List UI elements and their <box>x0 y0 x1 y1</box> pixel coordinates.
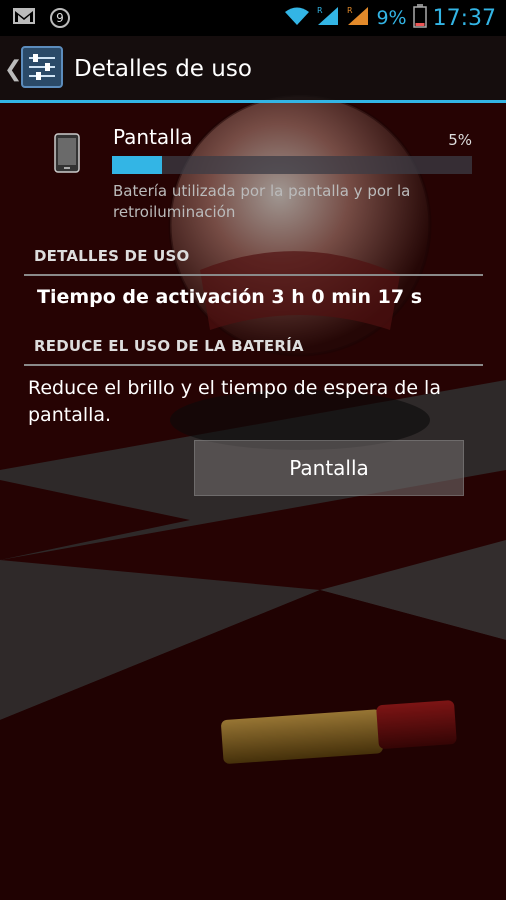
phone-icon <box>54 133 80 177</box>
settings-sliders-icon[interactable] <box>20 45 64 93</box>
section-header-label: REDUCE EL USO DE LA BATERÍA <box>34 337 304 355</box>
reduce-usage-tip: Reduce el brillo y el tiempo de espera d… <box>28 377 441 426</box>
status-bar: 9 R R 9% 17:37 <box>0 0 506 36</box>
back-button[interactable]: ❮ <box>4 57 22 82</box>
signal-icon: R <box>316 5 340 31</box>
app-description: Batería utilizada por la pantalla y por … <box>113 182 411 221</box>
action-bar: ❮ Detalles de uso <box>0 36 506 102</box>
page-title: Detalles de uso <box>74 56 252 82</box>
usage-percent: 5% <box>448 131 472 149</box>
notification-count-badge: 9 <box>50 8 70 28</box>
section-header-usage-details: DETALLES DE USO <box>24 240 483 276</box>
wifi-icon <box>284 6 310 30</box>
battery-icon <box>412 4 427 32</box>
section-header-label: DETALLES DE USO <box>34 247 190 265</box>
section-header-reduce-usage: REDUCE EL USO DE LA BATERÍA <box>24 330 483 366</box>
gmail-icon <box>12 7 36 29</box>
app-name: Pantalla <box>113 125 193 149</box>
app-usage-row: Pantalla 5% Batería utilizada por la pan… <box>0 103 506 228</box>
battery-percent: 9% <box>376 7 407 29</box>
display-settings-button[interactable]: Pantalla <box>194 440 464 496</box>
svg-text:R: R <box>347 6 353 15</box>
activation-time: Tiempo de activación 3 h 0 min 17 s <box>37 286 423 308</box>
clock: 17:37 <box>432 5 496 31</box>
svg-text:R: R <box>317 6 323 15</box>
usage-progress-bar <box>112 156 472 174</box>
signal-icon-2: R <box>346 5 370 31</box>
usage-progress-fill <box>112 156 163 174</box>
